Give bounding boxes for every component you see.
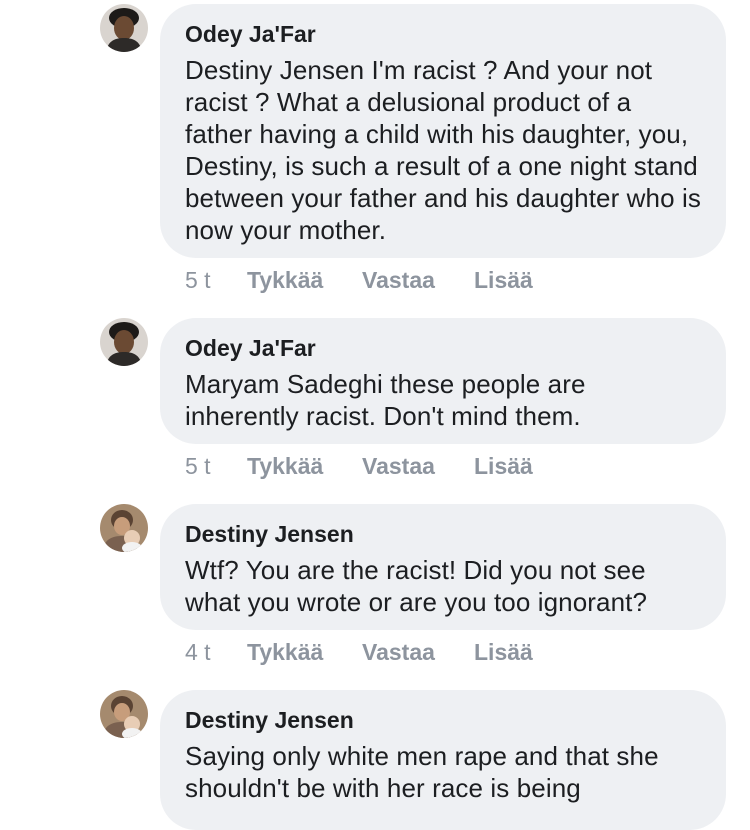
- comment-bubble: Destiny Jensen Saying only white men rap…: [160, 690, 726, 830]
- reply-button[interactable]: Vastaa: [362, 637, 435, 667]
- comment-timestamp[interactable]: 5 t: [185, 265, 211, 295]
- like-button[interactable]: Tykkää: [247, 451, 323, 481]
- avatar[interactable]: [100, 504, 148, 552]
- comment-author[interactable]: Destiny Jensen: [185, 706, 702, 734]
- profile-photo-icon: [100, 690, 148, 738]
- more-button[interactable]: Lisää: [474, 265, 533, 295]
- comment-bubble: Odey Ja'Far Destiny Jensen I'm racist ? …: [160, 4, 726, 258]
- comment-timestamp[interactable]: 5 t: [185, 451, 211, 481]
- more-button[interactable]: Lisää: [474, 637, 533, 667]
- like-button[interactable]: Tykkää: [247, 265, 323, 295]
- like-button[interactable]: Tykkää: [247, 637, 323, 667]
- comment-author[interactable]: Odey Ja'Far: [185, 334, 702, 362]
- comment-bubble: Destiny Jensen Wtf? You are the racist! …: [160, 504, 726, 630]
- comment-text: Maryam Sadeghi these people are inherent…: [185, 369, 586, 431]
- more-button[interactable]: Lisää: [474, 451, 533, 481]
- reply-button[interactable]: Vastaa: [362, 451, 435, 481]
- comment-text: Destiny Jensen I'm racist ? And your not…: [185, 55, 701, 245]
- reply-button[interactable]: Vastaa: [362, 265, 435, 295]
- comment-timestamp[interactable]: 4 t: [185, 637, 211, 667]
- avatar[interactable]: [100, 4, 148, 52]
- comment-author[interactable]: Odey Ja'Far: [185, 20, 702, 48]
- profile-photo-icon: [100, 4, 148, 52]
- profile-photo-icon: [100, 504, 148, 552]
- profile-photo-icon: [100, 318, 148, 366]
- avatar[interactable]: [100, 690, 148, 738]
- comment-text: Saying only white men rape and that she …: [185, 741, 659, 803]
- comment-author[interactable]: Destiny Jensen: [185, 520, 702, 548]
- comment-bubble: Odey Ja'Far Maryam Sadeghi these people …: [160, 318, 726, 444]
- avatar[interactable]: [100, 318, 148, 366]
- comment-text: Wtf? You are the racist! Did you not see…: [185, 555, 648, 617]
